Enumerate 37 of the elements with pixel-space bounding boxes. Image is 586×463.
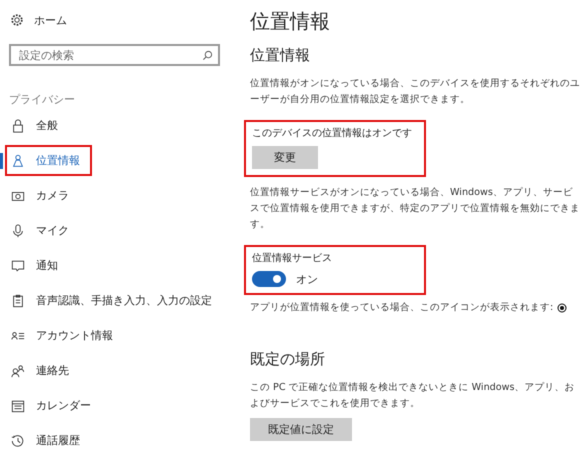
toggle-switch[interactable] [252,271,286,287]
history-icon [11,434,25,448]
location-dot-icon [557,302,568,312]
settings-icon [10,13,24,27]
nav-item[interactable]: カレンダー [36,398,91,413]
section-heading: 位置情報 [250,46,311,66]
lock-icon [11,118,25,132]
change-button[interactable]: 変更 [252,146,318,169]
search-field[interactable]: 設定の検索 [9,44,220,66]
clipboard-icon [11,294,25,308]
description-text: 位置情報サービスがオンになっている場合、Windows、アプリ、サービスで位置情報を使用できますが、特定のアプリで位置情報を無効にできます。 [250,186,580,232]
toggle-label: 位置情報サービス [252,252,332,265]
note-text: アプリが位置情報を使っている場合、このアイコンが表示されます: [250,301,554,314]
nav-item[interactable]: マイク [36,223,69,238]
calendar-icon [11,398,25,412]
search-icon [202,50,213,61]
nav-item[interactable]: アカウント情報 [36,328,113,343]
section-heading: 既定の場所 [250,350,326,370]
nav-item[interactable]: 位置情報 [36,153,80,168]
group-heading: プライバシー [9,92,76,108]
nav-item[interactable]: カメラ [36,188,69,203]
set-default-button[interactable]: 既定値に設定 [250,418,352,441]
home-link[interactable]: ホーム [34,12,67,28]
page-title: 位置情報 [250,8,331,35]
toggle-state: オン [296,272,318,286]
contacts-icon [11,364,25,378]
description-text: この PC で正確な位置情報を検出できないときに Windows、アプリ、およびサービスでこれを使用できます。 [250,381,576,411]
nav-item[interactable]: 通知 [36,258,58,273]
mic-icon [11,224,25,238]
person-icon [11,154,25,168]
chat-icon [11,258,25,272]
device-status-text: このデバイスの位置情報はオンです [252,126,412,140]
nav-item[interactable]: 通話履歴 [36,433,80,448]
description-text: 位置情報がオンになっている場合、このデバイスを使用するそれぞれのユーザーが自分用の位置情報設定を選択できます。 [250,77,580,107]
nav-item[interactable]: 全般 [36,118,58,133]
nav-item[interactable]: 音声認識、手描き入力、入力の設定 [36,293,212,308]
nav-item[interactable]: 連絡先 [36,363,69,378]
